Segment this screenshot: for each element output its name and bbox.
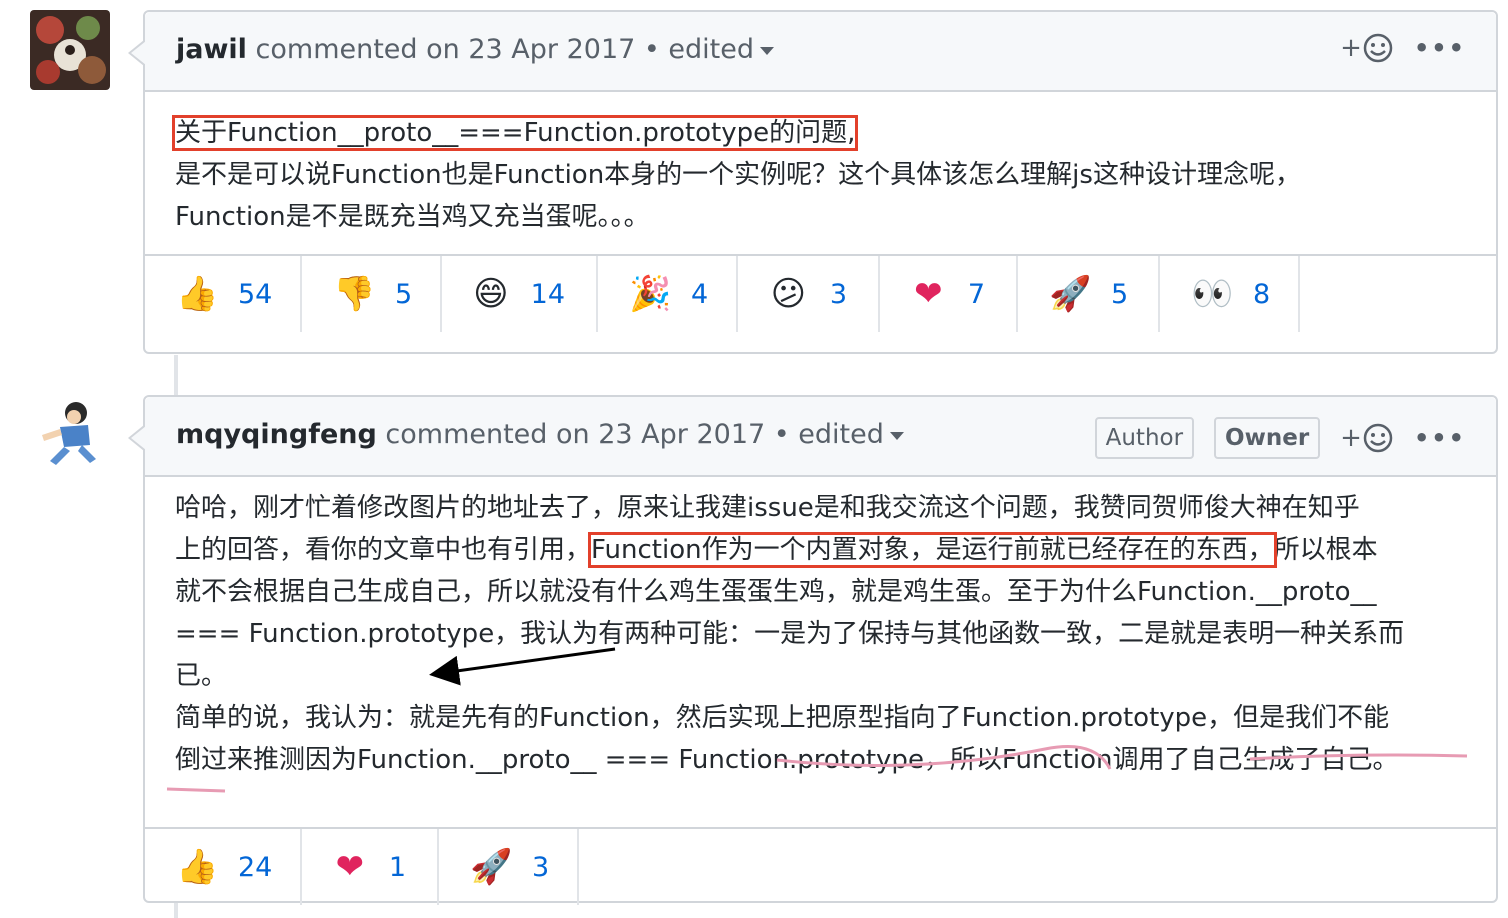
chevron-down-icon[interactable] [759, 46, 774, 55]
comment-meta: mqyqingfeng commented on 23 Apr 2017 • e… [176, 419, 904, 450]
reaction-eyes[interactable]: 👀 8 [1160, 256, 1300, 332]
text-segment: 所以根本 [1273, 535, 1378, 565]
highlighted-question: 关于Function__proto__===Function.prototype… [171, 115, 859, 151]
timeline-connector [174, 903, 178, 918]
reaction-rocket[interactable]: 🚀 5 [1018, 256, 1160, 332]
eyes-icon: 👀 [1191, 274, 1234, 314]
timeline-connector [174, 355, 178, 395]
annotation-underline [166, 787, 226, 793]
reaction-count: 4 [691, 278, 709, 310]
comment-header: jawil commented on 23 Apr 2017 • edited … [128, 12, 1496, 92]
confused-icon: 😕 [770, 274, 807, 314]
comment-body: 哈哈，刚才忙着修改图片的地址去了，原来让我建issue是和我交流这个问题，我赞同… [145, 477, 1496, 827]
reaction-thumbs-down[interactable]: 👎 5 [302, 256, 442, 332]
add-reaction-button[interactable]: + [1340, 32, 1394, 64]
comment-line: 关于Function__proto__===Function.prototype… [171, 112, 1466, 154]
heart-icon: ❤ [914, 274, 943, 314]
comment-card-mqyqingfeng: mqyqingfeng commented on 23 Apr 2017 • e… [128, 395, 1498, 905]
avatar-mqyqingfeng[interactable] [30, 395, 110, 475]
reaction-confused[interactable]: 😕 3 [738, 256, 880, 332]
comment-line: Function是不是既充当鸡又充当蛋呢。。。 [175, 202, 650, 232]
reaction-count: 24 [238, 851, 273, 883]
text-segment: 上的回答，看你的文章中也有引用， [175, 535, 592, 565]
comment-body: 关于Function__proto__===Function.prototype… [145, 92, 1496, 254]
reaction-count: 1 [388, 851, 406, 883]
reactions-bar: 👍 54 👎 5 😄 14 🎉 4 😕 3 ❤ 7 🚀 5 👀 8 [145, 254, 1496, 332]
reaction-thumbs-up[interactable]: 👍 54 [145, 256, 302, 332]
author-badge: Author [1094, 417, 1195, 459]
chevron-down-icon[interactable] [889, 431, 904, 440]
author-link[interactable]: mqyqingfeng [176, 419, 377, 450]
party-popper-icon: 🎉 [629, 274, 672, 314]
reaction-laugh[interactable]: 😄 14 [442, 256, 598, 332]
comment-header: mqyqingfeng commented on 23 Apr 2017 • e… [128, 397, 1496, 477]
heart-icon: ❤ [335, 847, 365, 887]
comment-actions: Author Owner + ••• [1094, 417, 1466, 459]
reaction-heart[interactable]: ❤ 7 [880, 256, 1018, 332]
thumbs-up-icon: 👍 [176, 847, 219, 887]
rocket-icon: 🚀 [470, 847, 513, 887]
laugh-icon: 😄 [473, 274, 509, 314]
comment-card-jawil: jawil commented on 23 Apr 2017 • edited … [128, 10, 1498, 354]
reaction-count: 14 [530, 278, 565, 310]
comment-timestamp[interactable]: commented on 23 Apr 2017 • edited [385, 419, 883, 450]
reaction-count: 5 [1111, 278, 1129, 310]
reactions-bar: 👍 24 ❤ 1 🚀 3 [145, 827, 1496, 905]
comment-line: 简单的说，我认为：就是先有的Function，然后实现上把原型指向了Functi… [175, 703, 1390, 733]
owner-badge: Owner [1214, 417, 1321, 459]
reaction-hooray[interactable]: 🎉 4 [598, 256, 738, 332]
more-options-icon[interactable]: ••• [1414, 424, 1466, 452]
thumbs-down-icon: 👎 [333, 274, 376, 314]
comment-line: 倒过来推测因为Function.__proto__ === Function.p… [175, 745, 1399, 775]
comment-meta: jawil commented on 23 Apr 2017 • edited [176, 34, 774, 65]
thumbs-up-icon: 👍 [176, 274, 219, 314]
author-link[interactable]: jawil [176, 34, 247, 65]
reaction-count: 54 [238, 278, 273, 310]
comment-line: 上的回答，看你的文章中也有引用，Function作为一个内置对象，是运行前就已经… [175, 529, 1466, 571]
comment-timestamp[interactable]: commented on 23 Apr 2017 • edited [256, 34, 754, 65]
reaction-count: 7 [967, 278, 985, 310]
avatar-jawil[interactable] [30, 10, 110, 90]
reaction-count: 8 [1253, 278, 1271, 310]
smiley-icon [1363, 33, 1393, 63]
comment-line: === Function.prototype，我认为有两种可能：一是为了保持与其… [175, 619, 1405, 649]
reaction-count: 3 [829, 278, 847, 310]
comment-actions: + ••• [1340, 32, 1466, 64]
smiley-icon [1363, 423, 1393, 453]
plus-label: + [1340, 423, 1362, 453]
comment-line: 已。 [175, 661, 228, 691]
highlighted-quote: Function作为一个内置对象，是运行前就已经存在的东西， [588, 532, 1277, 568]
reaction-thumbs-up[interactable]: 👍 24 [145, 829, 302, 905]
rocket-icon: 🚀 [1049, 274, 1092, 314]
reaction-count: 3 [532, 851, 550, 883]
comment-line: 就不会根据自己生成自己，所以就没有什么鸡生蛋蛋生鸡，就是鸡生蛋。至于为什么Fun… [175, 577, 1377, 607]
more-options-icon[interactable]: ••• [1414, 34, 1466, 62]
reaction-heart[interactable]: ❤ 1 [302, 829, 439, 905]
comment-line: 哈哈，刚才忙着修改图片的地址去了，原来让我建issue是和我交流这个问题，我赞同… [175, 493, 1360, 523]
add-reaction-button[interactable]: + [1340, 422, 1394, 454]
reaction-count: 5 [395, 278, 413, 310]
reaction-rocket[interactable]: 🚀 3 [439, 829, 579, 905]
plus-label: + [1340, 33, 1362, 63]
comment-line: 是不是可以说Function也是Function本身的一个实例呢？这个具体该怎么… [175, 160, 1301, 190]
